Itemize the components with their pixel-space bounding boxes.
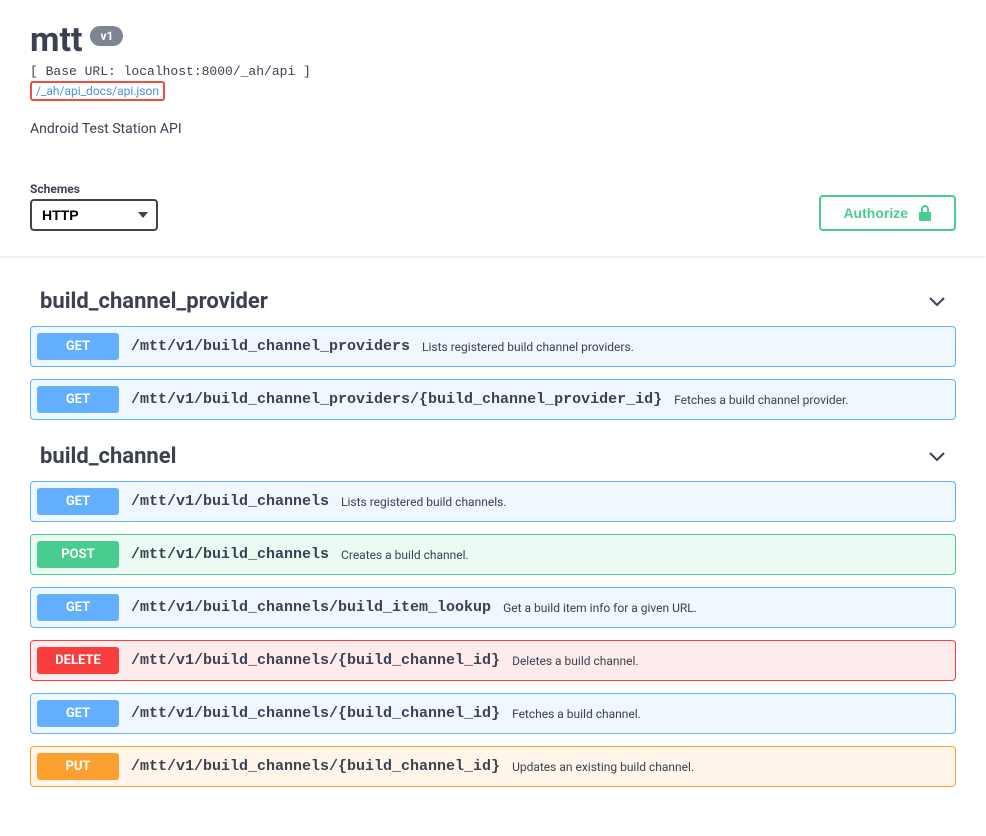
operation-row[interactable]: PUT /mtt/v1/build_channels/{build_channe… — [30, 746, 956, 787]
operation-path: /mtt/v1/build_channels/{build_channel_id… — [131, 705, 500, 722]
operation-row[interactable]: GET /mtt/v1/build_channels/build_item_lo… — [30, 587, 956, 628]
operation-row[interactable]: DELETE /mtt/v1/build_channels/{build_cha… — [30, 640, 956, 681]
base-url: [ Base URL: localhost:8000/_ah/api ] — [30, 64, 956, 79]
operation-summary: Updates an existing build channel. — [512, 760, 694, 774]
operation-summary: Deletes a build channel. — [512, 654, 639, 668]
method-badge: GET — [37, 488, 119, 515]
operation-path: /mtt/v1/build_channels — [131, 546, 329, 563]
tag-section: build_channel GET /mtt/v1/build_channels… — [30, 432, 956, 787]
tag-header[interactable]: build_channel — [30, 432, 956, 481]
operation-summary: Fetches a build channel. — [512, 707, 641, 721]
tag-header[interactable]: build_channel_provider — [30, 277, 956, 326]
operation-row[interactable]: GET /mtt/v1/build_channels/{build_channe… — [30, 693, 956, 734]
tag-name: build_channel_provider — [40, 289, 268, 314]
tag-name: build_channel — [40, 444, 176, 469]
schemes-select-wrap: HTTP — [30, 199, 158, 231]
operation-row[interactable]: GET /mtt/v1/build_channel_providers/{bui… — [30, 379, 956, 420]
schemes-label: Schemes — [30, 182, 158, 196]
method-badge: POST — [37, 541, 119, 568]
method-badge: PUT — [37, 753, 119, 780]
api-docs-link[interactable]: /_ah/api_docs/api.json — [30, 81, 165, 101]
operation-row[interactable]: GET /mtt/v1/build_channels Lists registe… — [30, 481, 956, 522]
api-title: mtt — [30, 20, 82, 60]
chevron-down-icon — [928, 296, 946, 308]
method-badge: GET — [37, 386, 119, 413]
schemes-select[interactable]: HTTP — [30, 199, 158, 231]
operation-summary: Lists registered build channel providers… — [422, 340, 634, 354]
api-header: mtt v1 [ Base URL: localhost:8000/_ah/ap… — [0, 10, 986, 162]
operation-path: /mtt/v1/build_channels — [131, 493, 329, 510]
method-badge: DELETE — [37, 647, 119, 674]
operation-summary: Lists registered build channels. — [341, 495, 506, 509]
operation-path: /mtt/v1/build_channels/{build_channel_id… — [131, 652, 500, 669]
tag-section: build_channel_provider GET /mtt/v1/build… — [30, 277, 956, 420]
title-row: mtt v1 — [30, 20, 956, 60]
operation-row[interactable]: GET /mtt/v1/build_channel_providers List… — [30, 326, 956, 367]
method-badge: GET — [37, 594, 119, 621]
method-badge: GET — [37, 700, 119, 727]
api-description: Android Test Station API — [30, 121, 956, 137]
version-badge: v1 — [90, 26, 123, 46]
operation-path: /mtt/v1/build_channel_providers/{build_c… — [131, 391, 662, 408]
operation-summary: Fetches a build channel provider. — [674, 393, 848, 407]
operation-summary: Get a build item info for a given URL. — [503, 601, 697, 615]
schemes-bar: Schemes HTTP Authorize — [0, 162, 986, 256]
authorize-button[interactable]: Authorize — [819, 195, 956, 231]
operation-path: /mtt/v1/build_channels/{build_channel_id… — [131, 758, 500, 775]
authorize-label: Authorize — [843, 205, 908, 221]
operation-row[interactable]: POST /mtt/v1/build_channels Creates a bu… — [30, 534, 956, 575]
method-badge: GET — [37, 333, 119, 360]
operation-summary: Creates a build channel. — [341, 548, 469, 562]
operation-path: /mtt/v1/build_channel_providers — [131, 338, 410, 355]
schemes-container: Schemes HTTP — [30, 182, 158, 231]
lock-icon — [918, 205, 932, 221]
chevron-down-icon — [928, 451, 946, 463]
operations-content: build_channel_provider GET /mtt/v1/build… — [0, 257, 986, 787]
operation-path: /mtt/v1/build_channels/build_item_lookup — [131, 599, 491, 616]
